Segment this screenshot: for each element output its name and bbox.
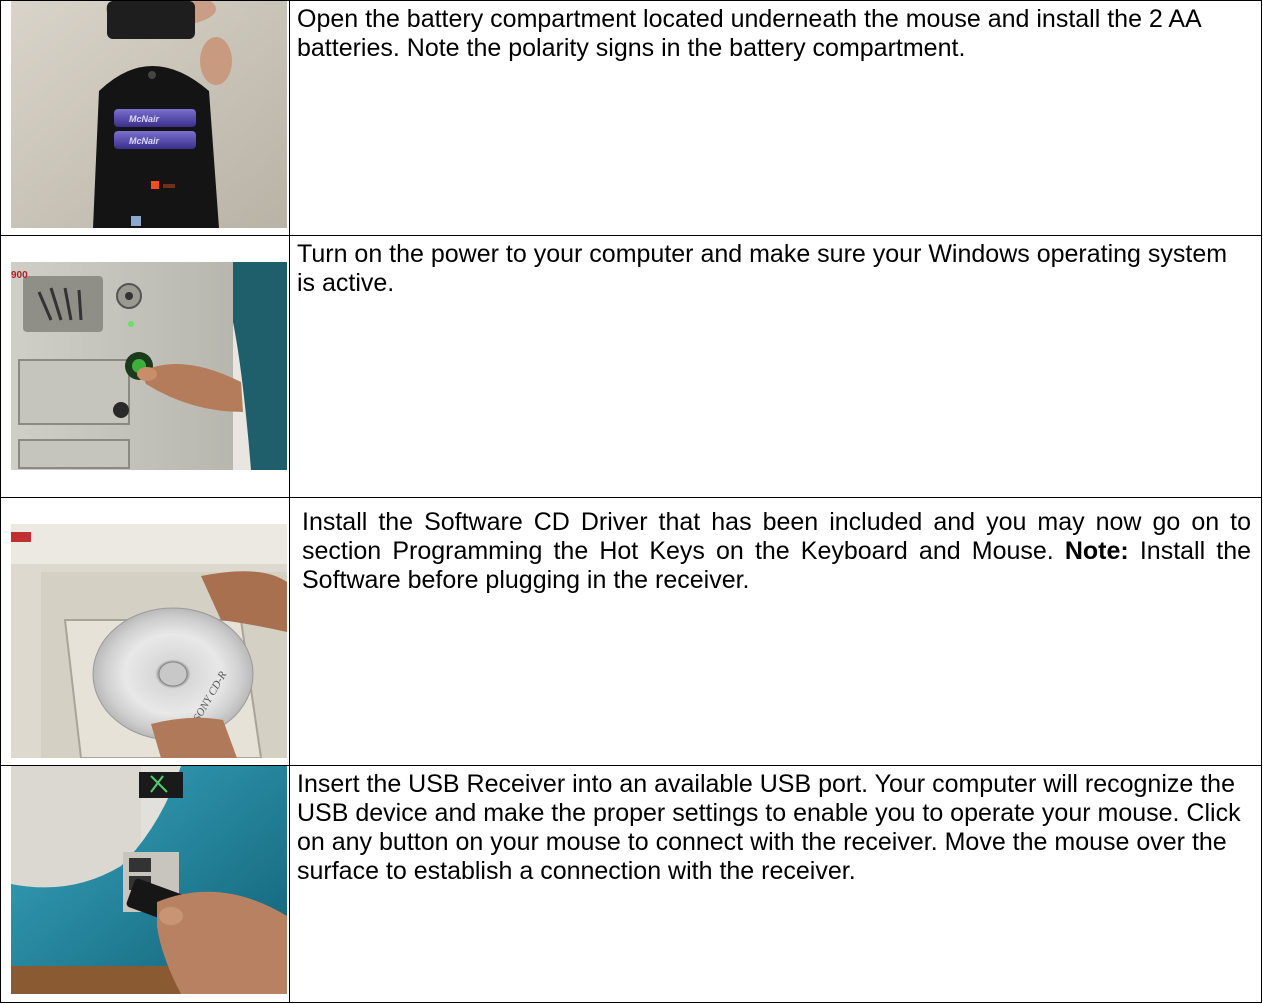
step-1-image-cell: McNair McNair <box>0 0 290 236</box>
instructions-table: McNair McNair Open the battery compartme… <box>0 0 1262 1003</box>
step-3-note-label: Note: <box>1064 537 1129 565</box>
svg-text:900: 900 <box>11 270 28 281</box>
step-3-text: Install the Software CD Driver that has … <box>289 497 1262 766</box>
power-button-photo-icon: 900 <box>11 262 287 470</box>
step-row-2: 900 Turn on the power to your computer a… <box>0 235 1262 498</box>
step-2-image-cell: 900 <box>0 235 290 498</box>
step-row-3: SONY CD-R Install the Software CD Driver… <box>0 497 1262 766</box>
cd-drive-photo-icon: SONY CD-R <box>11 524 287 758</box>
step-4-text: Insert the USB Receiver into an availabl… <box>289 765 1262 1003</box>
step-row-4: Insert the USB Receiver into an availabl… <box>0 765 1262 1003</box>
step-row-1: McNair McNair Open the battery compartme… <box>0 0 1262 236</box>
step-1-text: Open the battery compartment located und… <box>289 0 1262 236</box>
step-2-text: Turn on the power to your computer and m… <box>289 235 1262 498</box>
step-3-image-cell: SONY CD-R <box>0 497 290 766</box>
step-4-image-cell <box>0 765 290 1003</box>
battery-photo-icon: McNair McNair <box>11 1 287 228</box>
svg-text:McNair: McNair <box>129 136 160 146</box>
svg-text:McNair: McNair <box>129 114 160 124</box>
usb-receiver-photo-icon <box>11 766 287 994</box>
